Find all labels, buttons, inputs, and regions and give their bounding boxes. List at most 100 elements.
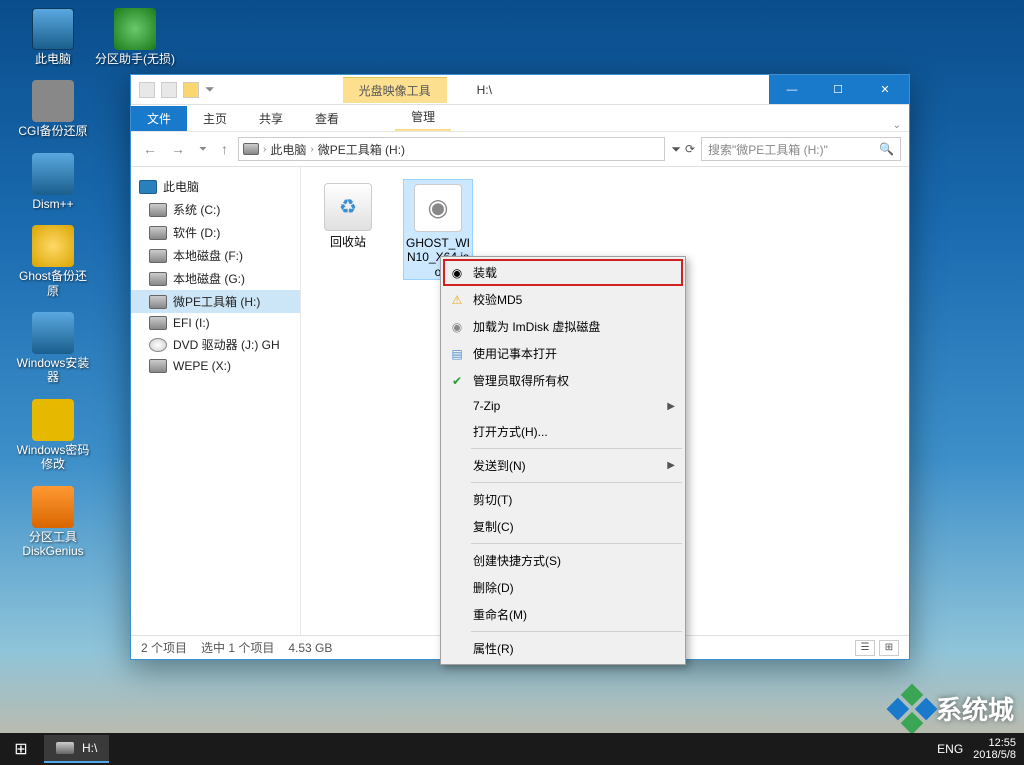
menu-separator (471, 448, 682, 449)
address-dropdown-icon[interactable]: ⏷ (671, 142, 681, 157)
ghost-icon (32, 225, 74, 267)
qat-icon-2[interactable] (161, 82, 177, 98)
drive-icon (149, 295, 167, 309)
menu-delete[interactable]: 删除(D) (443, 574, 683, 601)
desktop-icon-this-pc[interactable]: 此电脑 (8, 8, 98, 66)
tree-drive-i[interactable]: EFI (I:) (131, 313, 300, 333)
history-dropdown-icon[interactable]: ⏷ (195, 144, 211, 155)
tab-share[interactable]: 共享 (243, 106, 299, 131)
taskbar-item-explorer[interactable]: H:\ (44, 735, 109, 763)
quick-access-toolbar: ⏷ (131, 82, 223, 98)
menu-notepad[interactable]: ▤使用记事本打开 (443, 340, 683, 367)
menu-properties[interactable]: 属性(R) (443, 635, 683, 662)
start-button[interactable]: ⊞ (0, 733, 42, 765)
tab-file[interactable]: 文件 (131, 106, 187, 131)
up-button[interactable]: ↑ (217, 141, 232, 157)
tree-drive-h[interactable]: 微PE工具箱 (H:) (131, 290, 300, 313)
desktop-icon-partition-assistant[interactable]: 分区助手(无损) (90, 8, 180, 66)
search-input[interactable]: 搜索"微PE工具箱 (H:)" 🔍 (701, 137, 901, 161)
tree-this-pc[interactable]: 此电脑 (131, 175, 300, 198)
installer-icon (32, 312, 74, 354)
desktop-icons-column-1: 此电脑 CGI备份还原 Dism++ Ghost备份还原 Windows安装器 … (8, 8, 98, 572)
address-bar[interactable]: › 此电脑 › 微PE工具箱 (H:) (238, 137, 665, 161)
back-button[interactable]: ← (139, 141, 161, 157)
desktop-icon-diskgenius[interactable]: 分区工具DiskGenius (8, 486, 98, 559)
view-details-button[interactable]: ☰ (855, 640, 875, 656)
drive-icon (149, 249, 167, 263)
navigation-pane: 此电脑 系统 (C:) 软件 (D:) 本地磁盘 (F:) 本地磁盘 (G:) … (131, 167, 301, 635)
tree-drive-g[interactable]: 本地磁盘 (G:) (131, 267, 300, 290)
partition-icon (114, 8, 156, 50)
ribbon-expand-icon[interactable]: ⌄ (893, 120, 901, 131)
taskbar: ⊞ H:\ ENG 12:55 2018/5/8 (0, 733, 1024, 765)
watermark-logo-icon (887, 683, 938, 734)
disc-icon: ◉ (449, 265, 465, 281)
contextual-tool-tab[interactable]: 光盘映像工具 (343, 77, 447, 103)
recycle-bin-icon (324, 183, 372, 231)
desktop-icon-dism[interactable]: Dism++ (8, 153, 98, 211)
menu-cut[interactable]: 剪切(T) (443, 486, 683, 513)
close-button[interactable]: ✕ (861, 75, 909, 104)
drive-icon (149, 203, 167, 217)
menu-openwith[interactable]: 打开方式(H)... (443, 418, 683, 445)
disc-icon: ◉ (449, 319, 465, 335)
desktop-icon-ghost-backup[interactable]: Ghost备份还原 (8, 225, 98, 298)
maximize-button[interactable]: ☐ (815, 75, 861, 104)
qat-folder-icon[interactable] (183, 82, 199, 98)
search-icon: 🔍 (879, 142, 894, 156)
dvd-icon (149, 338, 167, 352)
desktop-icon-cgi-backup[interactable]: CGI备份还原 (8, 80, 98, 138)
iso-icon (414, 184, 462, 232)
breadcrumb-root[interactable]: 此电脑 (270, 141, 306, 158)
qat-icon-1[interactable] (139, 82, 155, 98)
tree-drive-x[interactable]: WEPE (X:) (131, 356, 300, 376)
drive-icon (149, 272, 167, 286)
window-title: H:\ (477, 83, 769, 97)
tab-manage[interactable]: 管理 (395, 104, 451, 131)
qat-dropdown-icon[interactable]: ⏷ (205, 82, 215, 97)
menu-separator (471, 631, 682, 632)
desktop-icon-win-installer[interactable]: Windows安装器 (8, 312, 98, 385)
tray-lang[interactable]: ENG (937, 742, 963, 756)
minimize-button[interactable]: — (769, 75, 815, 104)
titlebar[interactable]: ⏷ 光盘映像工具 H:\ — ☐ ✕ (131, 75, 909, 105)
system-tray: ENG 12:55 2018/5/8 (937, 733, 1024, 765)
hammer-icon (32, 80, 74, 122)
diskgenius-icon (32, 486, 74, 528)
drive-icon (56, 742, 74, 754)
drive-icon (149, 316, 167, 330)
menu-admin[interactable]: ✔管理员取得所有权 (443, 367, 683, 394)
breadcrumb-folder[interactable]: 微PE工具箱 (H:) (318, 141, 405, 158)
menu-mount[interactable]: ◉装载 (443, 259, 683, 286)
drive-icon (149, 226, 167, 240)
tree-drive-d[interactable]: 软件 (D:) (131, 221, 300, 244)
menu-md5[interactable]: ⚠校验MD5 (443, 286, 683, 313)
breadcrumb-sep-icon: › (310, 144, 313, 155)
dism-icon (32, 153, 74, 195)
navigation-bar: ← → ⏷ ↑ › 此电脑 › 微PE工具箱 (H:) ⏷ ⟳ 搜索"微PE工具… (131, 131, 909, 167)
key-icon (32, 399, 74, 441)
menu-rename[interactable]: 重命名(M) (443, 601, 683, 628)
shield-check-icon: ✔ (449, 373, 465, 389)
forward-button[interactable]: → (167, 141, 189, 157)
tray-clock[interactable]: 12:55 2018/5/8 (973, 737, 1016, 761)
tree-dvd-j[interactable]: DVD 驱动器 (J:) GH (131, 333, 300, 356)
tree-drive-c[interactable]: 系统 (C:) (131, 198, 300, 221)
menu-sendto[interactable]: 发送到(N)▶ (443, 452, 683, 479)
menu-imdisk[interactable]: ◉加载为 ImDisk 虚拟磁盘 (443, 313, 683, 340)
menu-shortcut[interactable]: 创建快捷方式(S) (443, 547, 683, 574)
tree-drive-f[interactable]: 本地磁盘 (F:) (131, 244, 300, 267)
refresh-button[interactable]: ⟳ (685, 142, 695, 157)
view-icons-button[interactable]: ⊞ (879, 640, 899, 656)
chevron-right-icon: ▶ (667, 401, 675, 412)
chevron-right-icon: ▶ (667, 460, 675, 471)
status-selected: 选中 1 个项目 (201, 639, 274, 656)
tab-home[interactable]: 主页 (187, 106, 243, 131)
menu-copy[interactable]: 复制(C) (443, 513, 683, 540)
desktop-icon-win-pwd[interactable]: Windows密码修改 (8, 399, 98, 472)
pc-icon (139, 180, 157, 194)
breadcrumb-sep-icon: › (263, 144, 266, 155)
file-recycle-bin[interactable]: 回收站 (313, 179, 383, 249)
tab-view[interactable]: 查看 (299, 106, 355, 131)
menu-7zip[interactable]: 7-Zip▶ (443, 394, 683, 418)
